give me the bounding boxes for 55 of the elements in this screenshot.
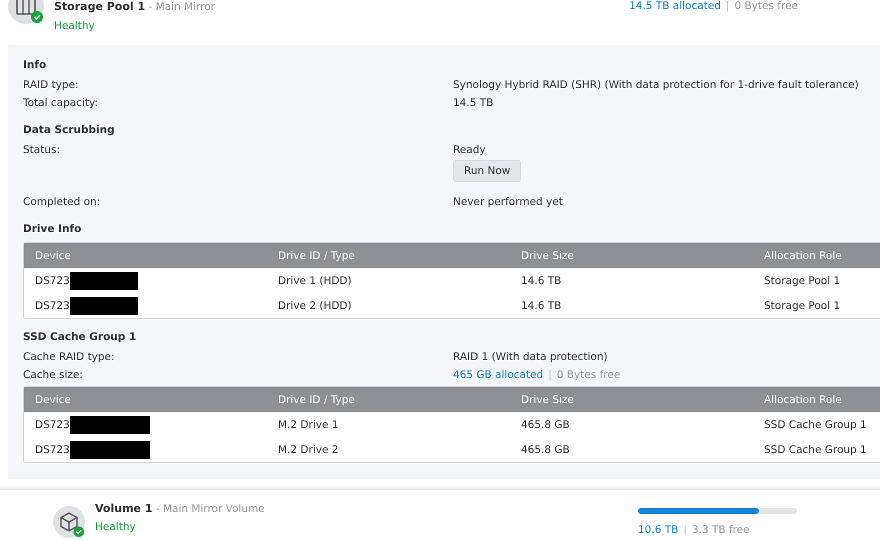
table-cell-text: Drive 2 (HDD) <box>278 300 353 312</box>
allocated-text: 14.5 TB allocated <box>629 0 721 12</box>
field-label: Status: <box>23 144 61 158</box>
field-value: RAID 1 (With data protection) <box>453 351 608 363</box>
column-header: Device <box>35 394 72 406</box>
free-text: 0 Bytes free <box>734 0 798 12</box>
field-label: Cache size: <box>23 369 84 381</box>
column-header: Allocation Role <box>764 250 843 262</box>
column-header: Device <box>35 250 72 262</box>
section-title: SSD Cache Group 1 <box>23 331 138 343</box>
device-name: DS723 <box>35 274 70 286</box>
pool-subtitle: - Main Mirror <box>148 1 215 13</box>
volume-subtitle: - Main Mirror Volume <box>156 503 265 515</box>
pool-status: Healthy <box>54 20 96 32</box>
column-header: Allocation Role <box>764 394 843 406</box>
separator: | <box>548 369 552 381</box>
volume-status: Healthy <box>95 521 137 533</box>
table-cell-text: SSD Cache Group 1 <box>764 418 868 430</box>
table-cell-text: M.2 Drive 2 <box>278 444 340 456</box>
allocated-text: 465 GB allocated <box>453 369 544 381</box>
table-cell-text: 14.6 TB <box>521 300 562 312</box>
table-cell-text: 465.8 GB <box>521 418 571 430</box>
used-text: 10.6 TB <box>638 524 678 536</box>
field-label: Total capacity: <box>23 97 99 109</box>
field-value: 14.5 TB <box>453 97 494 109</box>
table-cell-text: Storage Pool 1 <box>764 274 842 286</box>
field-label: Cache RAID type: <box>23 351 116 363</box>
free-text: 3.3 TB free <box>692 524 750 536</box>
table-cell-text: Drive 1 (HDD) <box>278 274 353 286</box>
column-header: Drive Size <box>521 394 575 406</box>
separator: | <box>683 524 687 536</box>
device-name: DS723 <box>35 418 70 430</box>
run-now-button[interactable]: Run Now <box>453 160 522 182</box>
volume-name: Volume 1 <box>95 502 152 515</box>
table-cell-text: M.2 Drive 1 <box>278 418 340 430</box>
device-name: DS723 <box>35 300 70 312</box>
table-cell-text: 14.6 TB <box>521 274 562 286</box>
free-text: 0 Bytes free <box>556 369 620 381</box>
field-value: Ready <box>453 144 486 156</box>
section-title: Drive Info <box>23 223 82 235</box>
field-value: Never performed yet <box>453 196 563 208</box>
column-header: Drive ID / Type <box>278 250 356 262</box>
table-cell-text: 465.8 GB <box>521 444 571 456</box>
column-header: Drive Size <box>521 250 575 262</box>
table-cell-text: SSD Cache Group 1 <box>764 444 868 456</box>
field-label: RAID type: <box>23 79 80 91</box>
table-cell-text: Storage Pool 1 <box>764 300 842 312</box>
column-header: Drive ID / Type <box>278 394 356 406</box>
section-title: Data Scrubbing <box>23 124 116 136</box>
field-value: Synology Hybrid RAID (SHR) (With data protection for 1-drive fault tolerance) <box>453 79 859 91</box>
field-label: Completed on: <box>23 196 102 208</box>
section-title: Info <box>23 59 48 71</box>
device-name: DS723 <box>35 444 70 456</box>
pool-name: Storage Pool 1 <box>54 0 146 13</box>
separator: | <box>726 0 730 12</box>
